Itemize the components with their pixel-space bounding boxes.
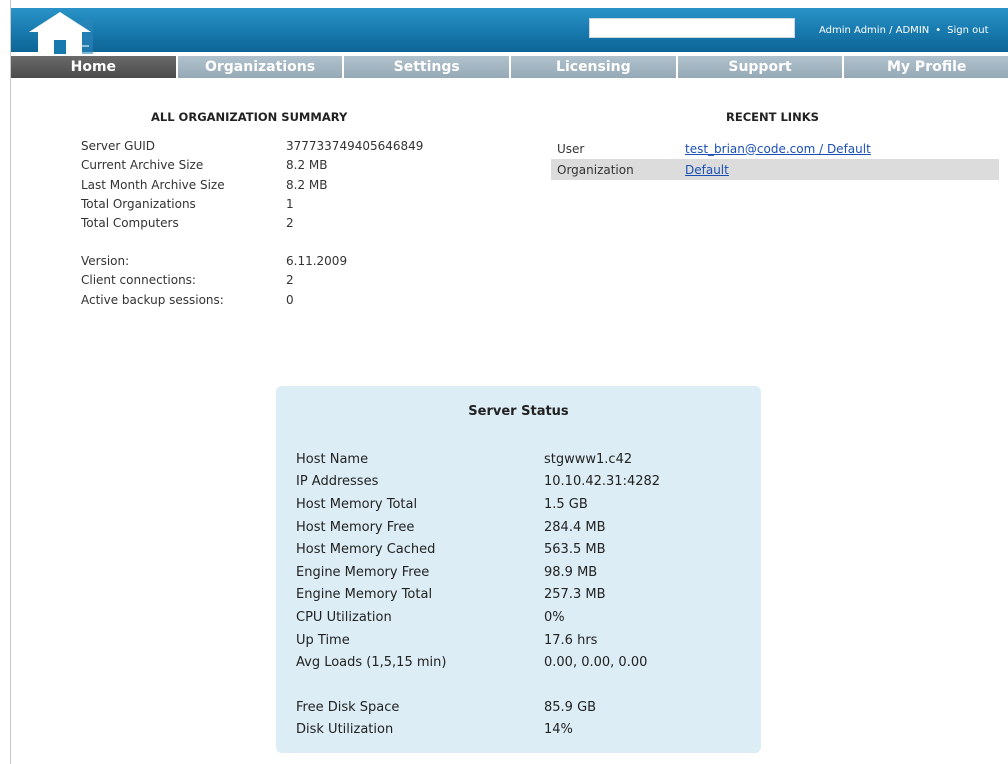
recent-links-title: RECENT LINKS: [726, 110, 819, 124]
tab-settings[interactable]: Settings: [344, 56, 510, 78]
summary-label: Last Month Archive Size: [81, 177, 225, 192]
summary-list: Server GUID 377733749405646849 Current A…: [81, 137, 423, 233]
summary-row: Version: 6.11.2009: [81, 252, 347, 271]
status-value: 17.6 hrs: [544, 632, 598, 648]
summary-row: Server GUID 377733749405646849: [81, 137, 423, 156]
status-label: Free Disk Space: [296, 699, 400, 715]
status-label: Host Memory Cached: [296, 542, 436, 558]
recent-link-label: Organization: [551, 159, 679, 180]
summary-label: Total Organizations: [81, 196, 196, 211]
server-info-list: Version: 6.11.2009 Client connections: 2…: [81, 252, 347, 310]
status-value: 1.5 GB: [544, 496, 588, 512]
status-value: 98.9 MB: [544, 564, 598, 580]
user-menu: Admin Admin / ADMIN • Sign out: [819, 8, 989, 52]
search-input[interactable]: [589, 18, 795, 38]
summary-value: 377733749405646849: [286, 139, 424, 153]
server-status-list: Host Name stgwww1.c42 IP Addresses 10.10…: [296, 448, 660, 741]
status-value: 0%: [544, 609, 565, 625]
summary-value: 8.2 MB: [286, 177, 328, 192]
status-value: 14%: [544, 722, 573, 738]
status-row: Host Memory Total 1.5 GB: [296, 493, 660, 516]
tab-home[interactable]: Home: [11, 56, 176, 78]
status-row: Engine Memory Free 98.9 MB: [296, 561, 660, 584]
summary-label: Server GUID: [81, 139, 156, 153]
status-row: Host Name stgwww1.c42: [296, 448, 660, 471]
status-label: Engine Memory Total: [296, 587, 433, 603]
status-value: 563.5 MB: [544, 542, 606, 558]
status-row: CPU Utilization 0%: [296, 606, 660, 629]
status-label: Disk Utilization: [296, 722, 394, 738]
recent-links-table: User test_brian@code.com / Default Organ…: [551, 138, 999, 180]
summary-row: Total Computers 2: [81, 214, 423, 233]
summary-label: Total Computers: [81, 216, 179, 231]
summary-value: 2: [286, 216, 294, 231]
status-label: CPU Utilization: [296, 609, 392, 625]
summary-row: Current Archive Size 8.2 MB: [81, 156, 423, 175]
status-label: IP Addresses: [296, 474, 379, 490]
app-frame: Admin Admin / ADMIN • Sign out Home Orga…: [10, 0, 1008, 764]
tab-organizations[interactable]: Organizations: [177, 56, 343, 78]
status-row: IP Addresses 10.10.42.31:4282: [296, 471, 660, 494]
recent-link-organization[interactable]: Default: [685, 163, 729, 177]
summary-label: Current Archive Size: [81, 158, 204, 173]
separator: •: [935, 24, 942, 36]
status-label: Up Time: [296, 632, 350, 648]
table-row: User test_brian@code.com / Default: [551, 138, 999, 159]
recent-link-label: User: [557, 141, 585, 156]
status-row: Host Memory Free 284.4 MB: [296, 516, 660, 539]
summary-label: Active backup sessions:: [81, 292, 224, 307]
summary-value: 1: [286, 196, 294, 211]
sign-out-link[interactable]: Sign out: [947, 25, 988, 36]
summary-value: 8.2 MB: [286, 158, 328, 173]
summary-row: Active backup sessions: 0: [81, 291, 347, 310]
summary-value: 0: [286, 292, 294, 307]
status-label: Host Memory Total: [296, 496, 418, 512]
server-status-title: Server Status: [468, 404, 569, 419]
summary-value: 2: [286, 273, 294, 288]
header-bar: Admin Admin / ADMIN • Sign out: [11, 8, 1008, 54]
status-value: 85.9 GB: [544, 699, 597, 715]
user-label: Admin Admin / ADMIN: [819, 24, 930, 36]
tab-support[interactable]: Support: [677, 56, 843, 78]
recent-link-user[interactable]: test_brian@code.com / Default: [685, 142, 871, 156]
status-label: Engine Memory Free: [296, 564, 430, 580]
status-value: 10.10.42.31:4282: [544, 474, 661, 490]
summary-title: ALL ORGANIZATION SUMMARY: [151, 110, 348, 124]
status-row: Engine Memory Total 257.3 MB: [296, 584, 660, 607]
status-label: Host Memory Free: [296, 519, 415, 535]
status-value: 284.4 MB: [544, 519, 606, 535]
status-value: 0.00, 0.00, 0.00: [544, 655, 648, 671]
main-nav: Home Organizations Settings Licensing Su…: [11, 56, 1008, 78]
summary-row: Client connections: 2: [81, 271, 347, 290]
tab-licensing[interactable]: Licensing: [511, 56, 676, 78]
status-row: Free Disk Space 85.9 GB: [296, 696, 660, 719]
status-value: stgwww1.c42: [544, 451, 633, 467]
status-row: Up Time 17.6 hrs: [296, 629, 660, 652]
status-row: Avg Loads (1,5,15 min) 0.00, 0.00, 0.00: [296, 651, 660, 674]
status-row: Disk Utilization 14%: [296, 719, 660, 742]
summary-row: Last Month Archive Size 8.2 MB: [81, 176, 423, 195]
summary-label: Version:: [81, 254, 130, 268]
table-row: Organization Default: [551, 159, 999, 180]
summary-row: Total Organizations 1: [81, 195, 423, 214]
summary-label: Client connections:: [81, 273, 196, 288]
house-icon[interactable]: [27, 10, 93, 54]
status-value: 257.3 MB: [544, 587, 606, 603]
status-label: Avg Loads (1,5,15 min): [296, 655, 447, 671]
status-label: Host Name: [296, 451, 369, 467]
tab-my-profile[interactable]: My Profile: [844, 56, 1008, 78]
server-status-panel: Server Status Host Name stgwww1.c42 IP A…: [276, 386, 761, 753]
summary-value: 6.11.2009: [286, 254, 348, 268]
status-row: Host Memory Cached 563.5 MB: [296, 538, 660, 561]
